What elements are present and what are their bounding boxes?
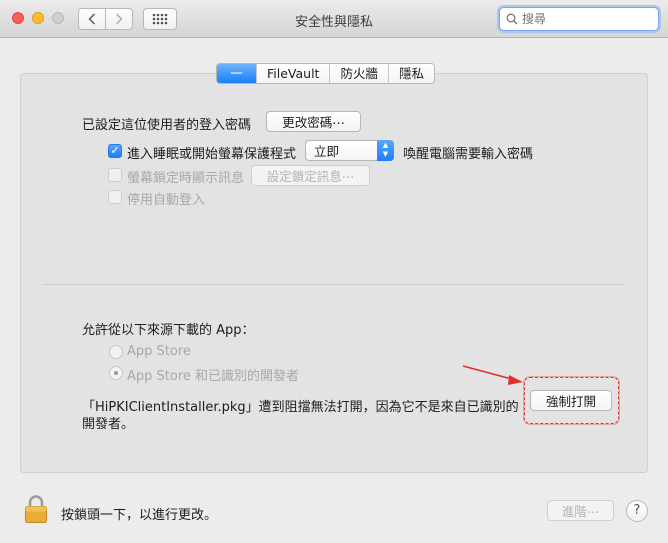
radio-app-store[interactable] xyxy=(109,345,123,359)
advanced-button[interactable]: 進階⋯ xyxy=(547,500,614,521)
lock-icon[interactable] xyxy=(24,494,48,524)
show-message-label: 螢幕鎖定時顯示訊息 xyxy=(127,171,245,186)
tab-privacy[interactable]: 隱私 xyxy=(388,64,434,83)
show-message-checkbox[interactable] xyxy=(108,168,122,182)
lock-instruction-text: 按鎖頭一下，以進行更改。 xyxy=(61,508,218,523)
tab-firewall[interactable]: 防火牆 xyxy=(330,64,389,83)
download-sources-heading: 允許從以下來源下載的 App： xyxy=(82,323,255,338)
radio-app-store-identified-label: App Store 和已識別的開發者 xyxy=(127,369,300,384)
annotation-arrow-icon xyxy=(462,365,523,385)
disable-autologin-label: 停用自動登入 xyxy=(127,193,206,208)
password-delay-value: 立即 xyxy=(314,144,340,159)
tab-general[interactable]: 一般 xyxy=(217,64,257,83)
help-button[interactable]: ? xyxy=(626,500,648,522)
tab-bar: 一般 FileVault 防火牆 隱私 xyxy=(216,63,435,84)
blocked-message-line1: 「HiPKIClientInstaller.pkg」遭到阻擋無法打開，因為它不是… xyxy=(82,400,519,415)
password-label: 已設定這位使用者的登入密碼 xyxy=(82,118,252,133)
password-delay-select[interactable]: 立即 ▲ ▼ xyxy=(305,140,394,161)
select-stepper-icon: ▲ ▼ xyxy=(377,140,394,161)
search-icon xyxy=(506,13,518,25)
disable-autologin-checkbox[interactable] xyxy=(108,190,122,204)
search-field[interactable] xyxy=(499,7,659,31)
require-password-suffix: 喚醒電腦需要輸入密碼 xyxy=(403,147,534,162)
set-lock-message-button[interactable]: 設定鎖定訊息⋯ xyxy=(251,165,370,186)
section-divider xyxy=(43,284,625,285)
blocked-message-line2: 開發者。 xyxy=(82,417,135,432)
radio-app-store-label: App Store xyxy=(127,344,191,359)
search-input[interactable] xyxy=(522,12,652,26)
tab-filevault[interactable]: FileVault xyxy=(257,64,331,83)
require-password-label: 進入睡眠或開始螢幕保護程式 xyxy=(127,147,297,162)
radio-app-store-identified[interactable] xyxy=(109,366,123,380)
title-bar: 安全性與隱私 xyxy=(0,0,668,38)
require-password-checkbox[interactable]: ✓ xyxy=(108,144,122,158)
change-password-button[interactable]: 更改密碼⋯ xyxy=(266,111,361,132)
open-anyway-button[interactable]: 強制打開 xyxy=(530,390,612,411)
